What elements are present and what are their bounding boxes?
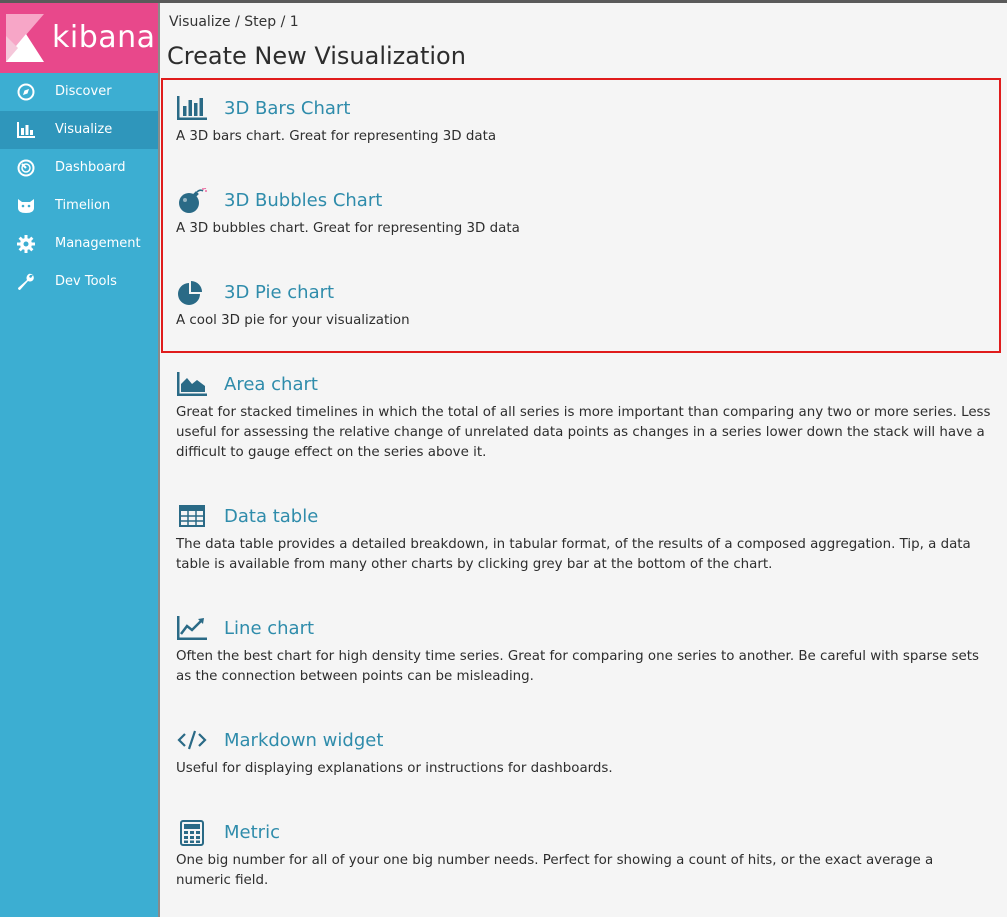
logo-text: kibana xyxy=(52,20,156,55)
area-chart-icon xyxy=(177,372,207,398)
dashboard-gauge-icon xyxy=(16,159,36,177)
vis-type-description: The data table provides a detailed break… xyxy=(176,537,971,572)
sidebar-item-label: Dev Tools xyxy=(55,274,117,289)
vis-type-description: Often the best chart for high density ti… xyxy=(176,649,979,684)
vis-type-title[interactable]: Metric xyxy=(224,822,280,843)
sidebar-item-discover[interactable]: Discover xyxy=(0,73,158,111)
vis-type-item[interactable]: Data table The data table provides a det… xyxy=(176,504,991,572)
timelion-cat-icon xyxy=(16,197,36,215)
sidebar-item-label: Visualize xyxy=(55,122,113,137)
compass-icon xyxy=(16,83,36,101)
breadcrumb: Visualize / Step / 1 xyxy=(169,14,299,30)
sidebar-item-label: Management xyxy=(55,236,141,251)
vis-type-title[interactable]: 3D Bubbles Chart xyxy=(224,190,382,211)
main-content: Visualize / Step / 1 Create New Visualiz… xyxy=(160,3,1007,917)
line-chart-icon xyxy=(177,616,207,642)
vis-type-description: A 3D bubbles chart. Great for representi… xyxy=(176,221,520,236)
vis-type-description: Useful for displaying explanations or in… xyxy=(176,761,613,776)
table-icon xyxy=(177,504,207,530)
sidebar-item-timelion[interactable]: Timelion xyxy=(0,187,158,225)
bomb-icon xyxy=(177,187,207,214)
vis-type-item[interactable]: Metric One big number for all of your on… xyxy=(176,820,991,888)
kibana-logo-icon xyxy=(6,14,44,62)
vis-type-description: Great for stacked timelines in which the… xyxy=(176,405,991,460)
vis-type-item[interactable]: Area chart Great for stacked timelines i… xyxy=(176,372,991,460)
page-title: Create New Visualization xyxy=(167,42,466,70)
sidebar-item-label: Dashboard xyxy=(55,160,126,175)
sidebar-item-label: Discover xyxy=(55,84,112,99)
vis-type-item[interactable]: 3D Bars Chart A 3D bars chart. Great for… xyxy=(176,96,991,144)
code-icon xyxy=(177,728,207,754)
vis-type-description: A cool 3D pie for your visualization xyxy=(176,313,410,328)
gear-icon xyxy=(16,235,36,253)
wrench-icon xyxy=(16,273,36,291)
vis-type-item[interactable]: Markdown widget Useful for displaying ex… xyxy=(176,728,991,776)
calculator-icon xyxy=(177,820,207,846)
bar-chart-icon xyxy=(16,121,36,139)
sidebar-item-label: Timelion xyxy=(55,198,111,213)
pie-chart-icon xyxy=(177,280,207,306)
bar-chart-icon xyxy=(177,96,207,122)
vis-type-description: One big number for all of your one big n… xyxy=(176,853,934,888)
vis-type-item[interactable]: Line chart Often the best chart for high… xyxy=(176,616,991,684)
sidebar: kibana Discover Visualize Dashboard Time… xyxy=(0,3,158,917)
vis-type-title[interactable]: Markdown widget xyxy=(224,730,383,751)
sidebar-item-visualize[interactable]: Visualize xyxy=(0,111,158,149)
vis-type-title[interactable]: 3D Pie chart xyxy=(224,282,334,303)
vis-type-title[interactable]: Line chart xyxy=(224,618,314,639)
vis-type-item[interactable]: 3D Bubbles Chart A 3D bubbles chart. Gre… xyxy=(176,187,991,236)
sidebar-item-dashboard[interactable]: Dashboard xyxy=(0,149,158,187)
vis-type-item[interactable]: 3D Pie chart A cool 3D pie for your visu… xyxy=(176,280,991,328)
vis-type-title[interactable]: Data table xyxy=(224,506,318,527)
vis-type-title[interactable]: Area chart xyxy=(224,374,318,395)
vis-type-description: A 3D bars chart. Great for representing … xyxy=(176,129,497,144)
sidebar-item-dev-tools[interactable]: Dev Tools xyxy=(0,263,158,301)
sidebar-item-management[interactable]: Management xyxy=(0,225,158,263)
kibana-logo[interactable]: kibana xyxy=(0,3,158,73)
vis-type-title[interactable]: 3D Bars Chart xyxy=(224,98,350,119)
